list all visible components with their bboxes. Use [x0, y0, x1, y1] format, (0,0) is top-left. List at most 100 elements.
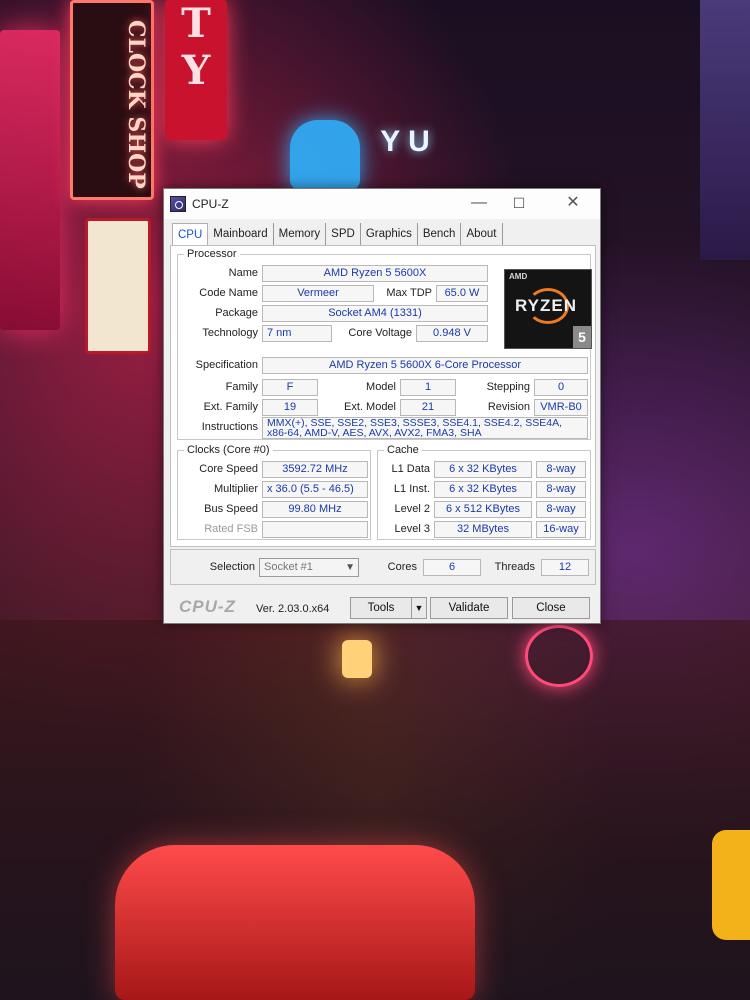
- street-lamp: [342, 640, 372, 678]
- clocks-group: Clocks (Core #0) Core Speed 3592.72 MHz …: [177, 444, 371, 540]
- max-tdp-value: 65.0 W: [436, 285, 488, 302]
- cpuz-app-icon: [170, 196, 186, 212]
- rated-fsb-label: Rated FSB: [204, 523, 258, 535]
- cache-row-ways: 8-way: [536, 501, 586, 518]
- cache-row-size: 6 x 32 KBytes: [434, 461, 532, 478]
- cache-row-label: Level 2: [394, 503, 430, 515]
- cache-row-ways: 16-way: [536, 521, 586, 538]
- clocks-legend: Clocks (Core #0): [184, 444, 273, 456]
- cache-row-ways: 8-way: [536, 481, 586, 498]
- neon-yu-sign: Y U: [380, 125, 430, 158]
- tab-graphics[interactable]: Graphics: [360, 223, 418, 245]
- tab-mainboard[interactable]: Mainboard: [208, 223, 274, 245]
- max-tdp-label: Max TDP: [386, 287, 432, 299]
- cache-row-ways: 8-way: [536, 461, 586, 478]
- clock-shop-sign-text: CLOCK SHOP: [123, 19, 149, 189]
- cores-label: Cores: [387, 561, 417, 573]
- neon-disko-sign: [525, 625, 593, 687]
- model-label: Model: [366, 381, 396, 393]
- model-value: 1: [400, 379, 456, 396]
- name-value: AMD Ryzen 5 5600X: [262, 265, 488, 282]
- core-speed-value: 3592.72 MHz: [262, 461, 368, 478]
- socket-select-value: Socket #1: [264, 561, 313, 573]
- cores-value: 6: [423, 559, 481, 576]
- neon-sign-left: [0, 30, 60, 330]
- maximize-icon[interactable]: ☐: [506, 193, 532, 213]
- neon-sign-ty: T Y: [165, 0, 227, 140]
- ext-family-label: Ext. Family: [203, 401, 258, 413]
- ext-family-value: 19: [262, 399, 318, 416]
- tools-dropdown-icon[interactable]: ▼: [411, 597, 427, 619]
- close-button[interactable]: Close: [512, 597, 590, 619]
- building-right: [700, 0, 750, 260]
- validate-button[interactable]: Validate: [430, 597, 508, 619]
- cache-row-size: 6 x 512 KBytes: [434, 501, 532, 518]
- threads-value: 12: [541, 559, 589, 576]
- threads-label: Threads: [494, 561, 535, 573]
- cache-row-label: L1 Data: [391, 463, 430, 475]
- family-value: F: [262, 379, 318, 396]
- title-bar[interactable]: CPU-Z — ☐ ✕: [164, 189, 600, 219]
- cpuz-window: CPU-Z — ☐ ✕ CPU Mainboard Memory SPD Gra…: [163, 188, 601, 624]
- stepping-label: Stepping: [486, 381, 530, 393]
- tab-bench[interactable]: Bench: [417, 223, 462, 245]
- selection-label: Selection: [209, 561, 255, 573]
- revision-value: VMR-B0: [534, 399, 588, 416]
- neon-sign-letter: T: [181, 0, 211, 47]
- socket-select[interactable]: Socket #1 ▼: [259, 558, 359, 577]
- tab-memory[interactable]: Memory: [273, 223, 327, 245]
- package-value: Socket AM4 (1331): [262, 305, 488, 322]
- cache-legend: Cache: [384, 444, 422, 456]
- stepping-value: 0: [534, 379, 588, 396]
- code-name-label: Code Name: [199, 287, 258, 299]
- ext-model-label: Ext. Model: [344, 401, 396, 413]
- rated-fsb-value: [262, 521, 368, 538]
- ext-model-value: 21: [400, 399, 456, 416]
- instructions-label: Instructions: [201, 421, 258, 433]
- core-voltage-label: Core Voltage: [348, 327, 412, 339]
- amd-logo-text: AMD: [509, 272, 528, 281]
- footer-bar: CPU-Z Ver. 2.03.0.x64 Tools ▼ Validate C…: [164, 591, 602, 621]
- cache-group: Cache L1 Data 6 x 32 KBytes 8-way L1 Ins…: [377, 444, 591, 540]
- instructions-value: MMX(+), SSE, SSE2, SSE3, SSSE3, SSE4.1, …: [262, 417, 588, 439]
- amd-ryzen-5-logo: AMD RYZEN 5: [504, 269, 592, 349]
- cache-row-label: Level 3: [394, 523, 430, 535]
- processor-legend: Processor: [184, 248, 240, 260]
- tab-spd[interactable]: SPD: [326, 223, 361, 245]
- neon-cat-sign: [290, 120, 360, 190]
- package-label: Package: [215, 307, 258, 319]
- tab-about[interactable]: About: [461, 223, 503, 245]
- core-voltage-value: 0.948 V: [416, 325, 488, 342]
- ryzen-logo-text: RYZEN: [515, 296, 577, 315]
- technology-label: Technology: [202, 327, 258, 339]
- code-name-value: Vermeer: [262, 285, 374, 302]
- chevron-down-icon: ▼: [345, 562, 355, 573]
- window-title: CPU-Z: [192, 197, 229, 211]
- minimize-icon[interactable]: —: [466, 193, 492, 213]
- core-speed-label: Core Speed: [199, 463, 258, 475]
- cache-row-size: 32 MBytes: [434, 521, 532, 538]
- name-label: Name: [228, 267, 258, 279]
- multiplier-value: x 36.0 (5.5 - 46.5): [262, 481, 368, 498]
- selection-row: Selection Socket #1 ▼ Cores 6 Threads 12: [170, 549, 596, 585]
- tools-button[interactable]: Tools: [350, 597, 412, 619]
- close-icon[interactable]: ✕: [560, 193, 586, 213]
- cpu-tab-panel: Processor Name AMD Ryzen 5 5600X Code Na…: [170, 245, 596, 547]
- bus-speed-value: 99.80 MHz: [262, 501, 368, 518]
- revision-label: Revision: [487, 401, 530, 413]
- yellow-taxi: [712, 830, 750, 940]
- specification-value: AMD Ryzen 5 5600X 6-Core Processor: [262, 357, 588, 374]
- cpuz-brand-logo: CPU-Z: [179, 597, 236, 616]
- technology-value: 7 nm: [262, 325, 332, 342]
- cache-row-label: L1 Inst.: [393, 483, 430, 495]
- clock-shop-sign: CLOCK SHOP: [70, 0, 154, 200]
- cache-row-size: 6 x 32 KBytes: [434, 481, 532, 498]
- multiplier-label: Multiplier: [213, 483, 258, 495]
- ryzen-tier-badge: 5: [573, 326, 591, 348]
- tab-bar: CPU Mainboard Memory SPD Graphics Bench …: [172, 223, 503, 245]
- family-label: Family: [225, 381, 258, 393]
- tab-cpu[interactable]: CPU: [172, 223, 209, 245]
- clock-sign: [85, 218, 151, 354]
- specification-label: Specification: [195, 359, 258, 371]
- version-label: Ver. 2.03.0.x64: [256, 603, 330, 615]
